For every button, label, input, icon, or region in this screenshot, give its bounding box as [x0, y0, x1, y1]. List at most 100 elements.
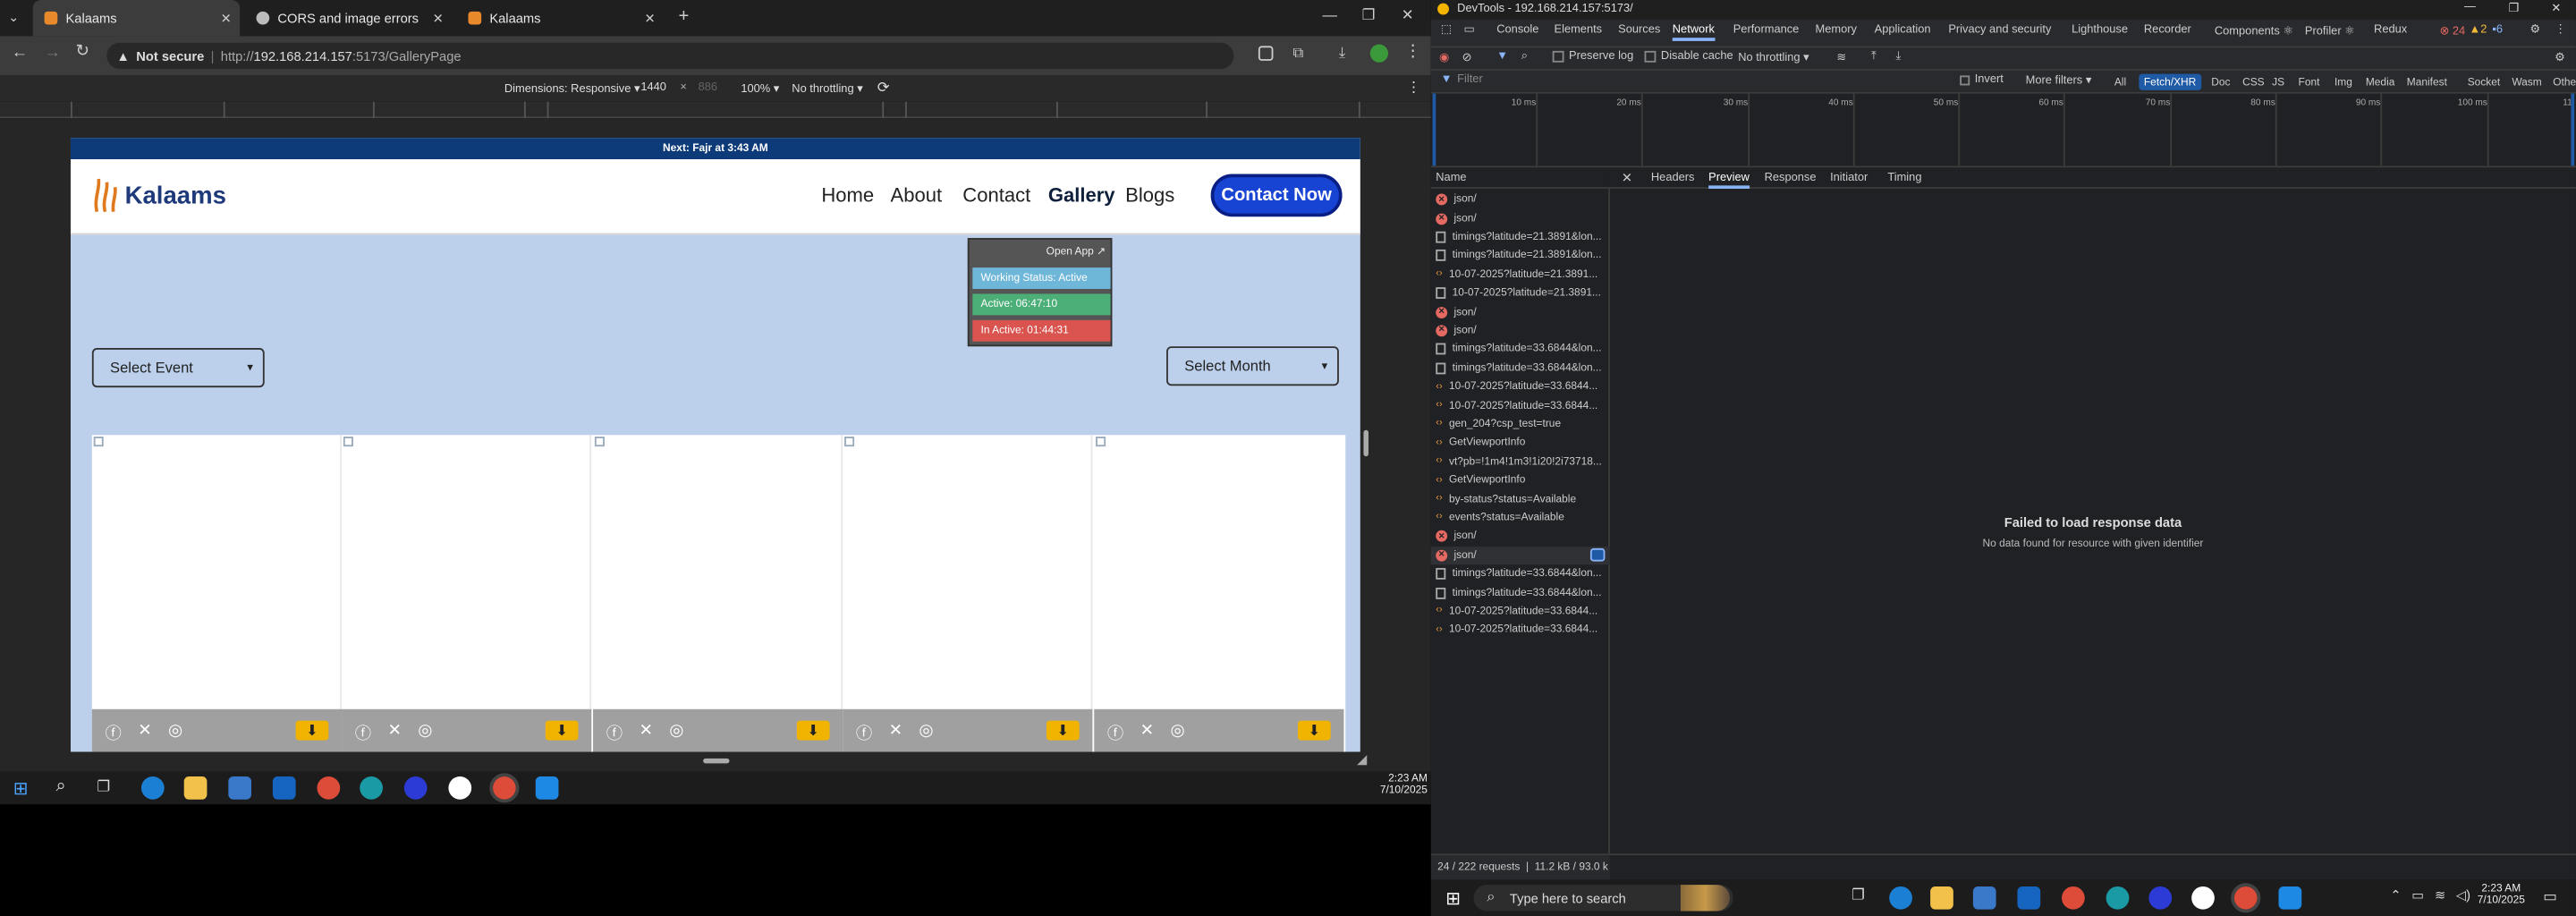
app-icon[interactable]: [360, 776, 383, 800]
request-row[interactable]: ‹› vt?pb=!1m4!1m3!1i20!2i73718...: [1431, 453, 1610, 471]
preserve-log-checkbox[interactable]: [1552, 50, 1564, 63]
tab-timing[interactable]: Timing: [1887, 173, 1921, 184]
download-button[interactable]: ⬇: [1046, 720, 1080, 741]
file-explorer-icon[interactable]: [183, 776, 208, 800]
request-row[interactable]: 10-07-2025?latitude=21.3891...: [1431, 284, 1610, 302]
tray-volume-icon[interactable]: ◁): [2456, 888, 2470, 903]
type-css[interactable]: CSS: [2238, 74, 2270, 90]
info-count-badge[interactable]: ▪6: [2492, 25, 2503, 37]
reload-icon[interactable]: ↻: [75, 43, 89, 61]
request-row[interactable]: ✕ json/: [1431, 191, 1610, 209]
instagram-icon[interactable]: ◎: [418, 722, 432, 740]
type-all[interactable]: All: [2109, 74, 2131, 90]
tab-performance[interactable]: Performance: [1733, 25, 1800, 37]
open-app-link[interactable]: Open App ↗: [1046, 244, 1106, 258]
type-other[interactable]: Other: [2548, 74, 2576, 90]
gallery-card[interactable]: ⓕ ✕ ◎ ⬇: [593, 435, 843, 752]
edge-icon[interactable]: [140, 776, 165, 800]
forward-icon[interactable]: →: [45, 45, 61, 63]
type-wasm[interactable]: Wasm: [2507, 74, 2546, 90]
profile-avatar[interactable]: [1369, 44, 1389, 63]
zoom-app-icon[interactable]: [403, 776, 428, 800]
filter-funnel-icon[interactable]: ▼: [1496, 51, 1508, 63]
search-icon[interactable]: ⌕: [1521, 51, 1528, 64]
tab-network[interactable]: Network: [1672, 25, 1715, 41]
device-more-icon[interactable]: ⋮: [1406, 79, 1421, 97]
contact-now-button[interactable]: Contact Now: [1210, 174, 1343, 217]
tab-response[interactable]: Response: [1765, 173, 1817, 184]
vscode-icon[interactable]: [2278, 886, 2302, 910]
close-button[interactable]: ✕: [2551, 2, 2561, 15]
instagram-icon[interactable]: ◎: [919, 722, 933, 740]
dimensions-dropdown[interactable]: Dimensions: Responsive ▾: [504, 82, 640, 96]
search-icon[interactable]: ⌕: [55, 776, 65, 798]
download-button[interactable]: ⬇: [545, 720, 579, 741]
request-row[interactable]: ✕ json/: [1431, 302, 1610, 321]
request-row[interactable]: ✕ json/: [1431, 209, 1610, 228]
task-view-icon[interactable]: ❐: [97, 778, 110, 796]
request-row[interactable]: timings?latitude=33.6844&lon...: [1431, 564, 1610, 583]
edge-icon[interactable]: [1889, 886, 1912, 910]
throttling-dropdown[interactable]: No throttling ▾: [1738, 51, 1809, 64]
network-timeline[interactable]: 10 ms 20 ms 30 ms 40 ms 50 ms 60 ms 70 m…: [1430, 91, 2576, 168]
type-manifest[interactable]: Manifest: [2402, 74, 2452, 90]
request-row[interactable]: ‹› 10-07-2025?latitude=33.6844...: [1431, 602, 1610, 621]
app2-icon[interactable]: [2191, 886, 2215, 910]
request-row[interactable]: timings?latitude=33.6844&lon...: [1431, 359, 1610, 377]
tab-kalaams-2[interactable]: Kalaams ✕: [457, 0, 664, 36]
request-row[interactable]: ‹› 10-07-2025?latitude=33.6844...: [1431, 396, 1610, 415]
download-icon[interactable]: ⤓: [1339, 45, 1345, 63]
nav-home[interactable]: Home: [821, 184, 874, 208]
select-event-dropdown[interactable]: Select Event ▾: [91, 348, 265, 388]
tab-privacy[interactable]: Privacy and security: [1948, 25, 2051, 37]
instagram-icon[interactable]: ◎: [168, 722, 182, 740]
close-icon[interactable]: ✕: [645, 11, 656, 26]
warning-count-badge[interactable]: ▲2: [2470, 25, 2487, 37]
request-row[interactable]: timings?latitude=21.3891&lon...: [1431, 247, 1610, 266]
omnibox[interactable]: ▲ Not secure | http://192.168.214.157:51…: [106, 42, 1234, 70]
type-img[interactable]: Img: [2329, 74, 2357, 90]
facebook-icon[interactable]: ⓕ: [606, 718, 623, 742]
tab-redux[interactable]: Redux: [2374, 25, 2407, 37]
tab-search-icon[interactable]: ⌄: [8, 10, 19, 25]
resize-handle-bottom[interactable]: [703, 758, 730, 764]
gallery-card[interactable]: ⓕ ✕ ◎ ⬇: [1094, 435, 1344, 752]
x-twitter-icon[interactable]: ✕: [639, 722, 652, 740]
nav-contact[interactable]: Contact: [962, 184, 1030, 208]
request-row[interactable]: ‹› GetViewportInfo: [1431, 471, 1610, 490]
type-js[interactable]: JS: [2267, 74, 2290, 90]
inspect-icon[interactable]: ⬚: [1441, 23, 1452, 37]
nav-blogs[interactable]: Blogs: [1125, 184, 1174, 208]
tab-recorder[interactable]: Recorder: [2144, 25, 2191, 37]
disable-cache-checkbox[interactable]: [1644, 50, 1657, 63]
request-row[interactable]: ‹› by-status?status=Available: [1431, 490, 1610, 509]
request-row[interactable]: ‹› 10-07-2025?latitude=21.3891...: [1431, 266, 1610, 284]
export-icon[interactable]: ⤓: [1896, 51, 1902, 64]
gallery-card[interactable]: ⓕ ✕ ◎ ⬇: [342, 435, 592, 752]
facebook-icon[interactable]: ⓕ: [856, 718, 872, 742]
store-icon[interactable]: [1972, 886, 1996, 910]
tab-preview[interactable]: Preview: [1708, 173, 1750, 190]
window-close-button[interactable]: ✕: [1402, 6, 1414, 24]
more-options-icon[interactable]: ⋮: [2555, 23, 2566, 37]
instagram-icon[interactable]: ◎: [1170, 722, 1184, 740]
nav-about[interactable]: About: [890, 184, 942, 208]
tab-memory[interactable]: Memory: [1816, 25, 1857, 37]
tray-network-icon[interactable]: ▭: [2411, 888, 2424, 903]
import-icon[interactable]: ⤒: [1871, 51, 1877, 64]
request-row[interactable]: ✕ json/: [1431, 321, 1610, 340]
download-button[interactable]: ⬇: [1297, 720, 1331, 741]
request-row[interactable]: ‹› GetViewportInfo: [1431, 434, 1610, 453]
resize-corner-icon[interactable]: ◢: [1357, 751, 1367, 767]
close-icon[interactable]: ✕: [433, 11, 444, 26]
x-twitter-icon[interactable]: ✕: [1140, 722, 1154, 740]
rotate-icon[interactable]: ⟳: [877, 79, 890, 97]
download-button[interactable]: ⬇: [796, 720, 830, 741]
minimize-button[interactable]: —: [2464, 2, 2476, 13]
network-settings-icon[interactable]: ⚙: [2555, 51, 2565, 64]
chrome-icon[interactable]: [2062, 886, 2085, 910]
invert-checkbox[interactable]: [1960, 75, 1970, 86]
tab-application[interactable]: Application: [1875, 25, 1931, 37]
chrome-active-icon[interactable]: [489, 773, 520, 803]
request-row[interactable]: ✕ json/: [1431, 527, 1610, 546]
